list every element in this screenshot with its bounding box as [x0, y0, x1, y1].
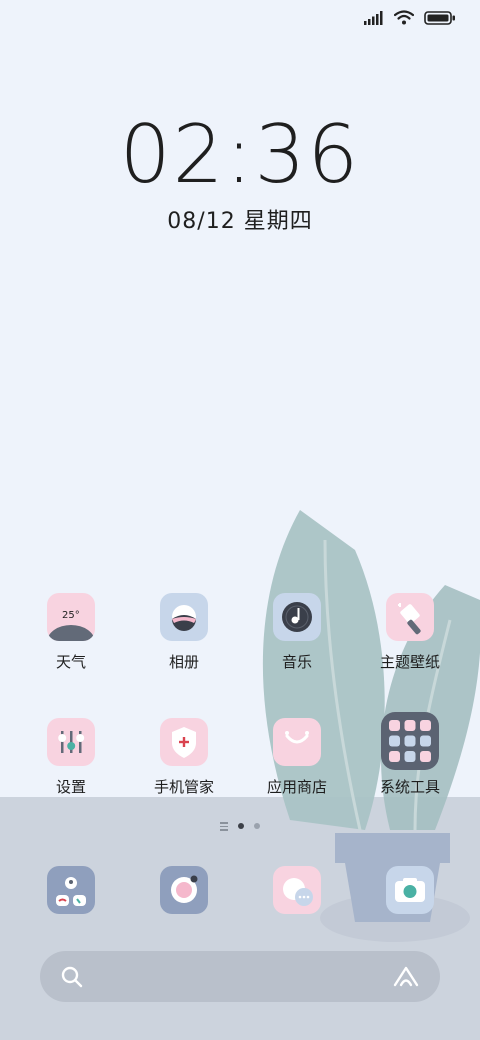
app-security[interactable]: 手机管家 — [134, 718, 234, 797]
camera-lens-icon — [160, 866, 208, 914]
app-label: 设置 — [55, 778, 86, 796]
app-themes[interactable]: 主题壁纸 — [360, 593, 460, 672]
app-weather[interactable]: 25° 天气 — [21, 593, 121, 672]
app-label: 天气 — [55, 653, 86, 671]
music-icon — [273, 593, 321, 641]
page-menu-icon[interactable] — [220, 822, 228, 831]
dock-camera[interactable] — [360, 866, 460, 914]
camera-icon — [386, 866, 434, 914]
app-gallery[interactable]: 相册 — [134, 593, 234, 672]
phone-icon — [47, 866, 95, 914]
app-music[interactable]: 音乐 — [247, 593, 347, 672]
page-dot-2[interactable] — [254, 823, 260, 830]
app-label: 系统工具 — [379, 778, 440, 796]
app-label: 手机管家 — [153, 778, 214, 796]
app-label: 应用商店 — [266, 778, 327, 796]
app-store-icon — [273, 718, 321, 766]
lock-date: 08/12 星期四 — [167, 209, 313, 234]
app-tools-folder[interactable]: 系统工具 — [360, 712, 460, 797]
dock-messages[interactable] — [247, 866, 347, 914]
lock-clock: 02:36 — [119, 108, 361, 201]
wifi-icon — [394, 10, 414, 25]
weather-icon: 25° — [47, 593, 95, 641]
app-store[interactable]: 应用商店 — [247, 718, 347, 797]
search-bar[interactable] — [40, 951, 440, 1002]
dock-phone[interactable] — [21, 866, 121, 914]
app-settings[interactable]: 设置 — [21, 718, 121, 797]
messages-icon — [273, 866, 321, 914]
status-bar — [364, 10, 456, 25]
app-label: 音乐 — [281, 653, 312, 671]
assistant-icon[interactable] — [392, 965, 420, 989]
search-icon[interactable] — [60, 965, 84, 989]
app-label: 主题壁纸 — [379, 653, 440, 671]
themes-icon — [386, 593, 434, 641]
weather-temp: 25° — [62, 610, 80, 621]
dock-lens[interactable] — [134, 866, 234, 914]
gallery-icon — [160, 593, 208, 641]
security-icon — [160, 718, 208, 766]
app-label: 相册 — [168, 653, 199, 671]
signal-icon — [364, 10, 383, 25]
page-dot-1[interactable] — [238, 823, 244, 830]
settings-icon — [47, 718, 95, 766]
page-indicator[interactable] — [0, 822, 480, 831]
battery-icon — [424, 10, 455, 25]
tools-folder-icon — [381, 712, 439, 770]
